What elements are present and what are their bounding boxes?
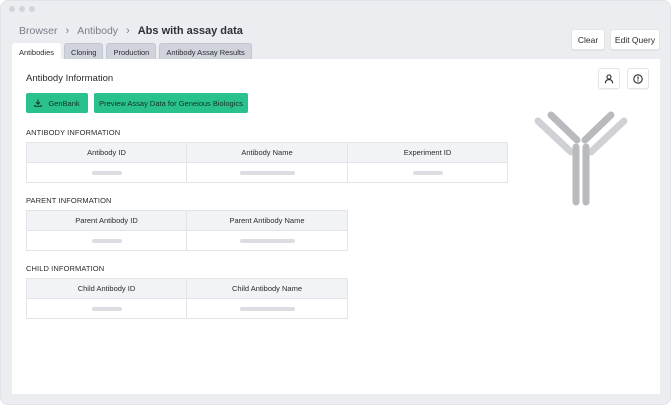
- chevron-right-icon: ›: [126, 25, 130, 37]
- window-controls: [9, 6, 35, 12]
- column-header-child-antibody-id[interactable]: Child Antibody ID: [27, 279, 187, 299]
- table-cell-placeholder: [187, 299, 347, 318]
- breadcrumb: Browser › Antibody › Abs with assay data: [19, 24, 243, 38]
- table-cell-placeholder: [187, 163, 348, 182]
- clear-button[interactable]: Clear: [571, 29, 605, 50]
- child-information-label: CHILD INFORMATION: [26, 264, 105, 273]
- genbank-button[interactable]: GenBank: [26, 93, 88, 113]
- antibody-icon: [534, 111, 628, 206]
- antibodies-panel: Antibody Information GenBank Preview Ass…: [12, 59, 660, 394]
- tab-production[interactable]: Production: [106, 43, 157, 60]
- antibody-information-label: ANTIBODY INFORMATION: [26, 128, 121, 137]
- user-icon: [604, 73, 614, 83]
- download-icon: [34, 99, 43, 107]
- tab-cloning[interactable]: Cloning: [64, 43, 104, 60]
- table-cell-placeholder: [27, 163, 187, 182]
- window-zoom-dot[interactable]: [29, 6, 35, 12]
- genbank-label: GenBank: [48, 98, 80, 108]
- column-header-antibody-name[interactable]: Antibody Name: [187, 143, 348, 163]
- antibody-information-table: Antibody ID Antibody Name Experiment ID: [26, 142, 508, 183]
- help-circle-icon: [633, 73, 643, 84]
- column-header-parent-antibody-id[interactable]: Parent Antibody ID: [27, 211, 187, 231]
- panel-title: Antibody Information: [26, 73, 114, 84]
- parent-information-table: Parent Antibody ID Parent Antibody Name: [26, 210, 348, 251]
- breadcrumb-browser[interactable]: Browser: [19, 25, 58, 37]
- table-cell-placeholder: [27, 299, 187, 318]
- column-header-child-antibody-name[interactable]: Child Antibody Name: [187, 279, 347, 299]
- column-header-parent-antibody-name[interactable]: Parent Antibody Name: [187, 211, 347, 231]
- child-information-table: Child Antibody ID Child Antibody Name: [26, 278, 348, 319]
- breadcrumb-antibody[interactable]: Antibody: [77, 25, 118, 37]
- app-window: Browser › Antibody › Abs with assay data…: [0, 0, 671, 405]
- preview-assay-data-button[interactable]: Preview Assay Data for Geneious Biologic…: [94, 93, 248, 113]
- window-minimize-dot[interactable]: [19, 6, 25, 12]
- column-header-experiment-id[interactable]: Experiment ID: [348, 143, 507, 163]
- tab-antibody-assay-results[interactable]: Antibody Assay Results: [159, 43, 252, 60]
- chevron-right-icon: ›: [65, 25, 70, 37]
- tab-bar: Antibodies Cloning Production Antibody A…: [12, 43, 252, 60]
- table-cell-placeholder: [187, 231, 347, 250]
- column-header-antibody-id[interactable]: Antibody ID: [27, 143, 187, 163]
- help-button[interactable]: [627, 68, 649, 89]
- parent-information-label: PARENT INFORMATION: [26, 196, 112, 205]
- window-close-dot[interactable]: [9, 6, 15, 12]
- table-cell-placeholder: [27, 231, 187, 250]
- breadcrumb-current: Abs with assay data: [137, 25, 243, 37]
- edit-query-button[interactable]: Edit Query: [610, 29, 660, 50]
- table-cell-placeholder: [348, 163, 507, 182]
- user-button[interactable]: [598, 68, 620, 89]
- tab-antibodies[interactable]: Antibodies: [12, 43, 62, 60]
